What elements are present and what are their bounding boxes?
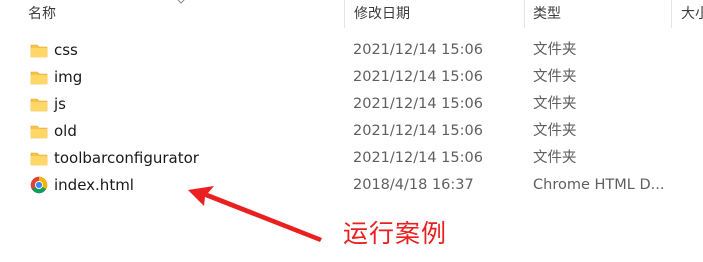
folder-icon xyxy=(30,44,48,58)
column-header-row: 名称 修改日期 类型 大小 xyxy=(0,0,703,28)
column-header-type[interactable]: 类型 xyxy=(533,0,561,28)
annotation-label: 运行案例 xyxy=(343,219,448,248)
file-list: css 2021/12/14 15:06 文件夹 img 2021/12/14 … xyxy=(0,37,703,199)
column-header-name[interactable]: 名称 xyxy=(28,0,56,28)
column-divider[interactable] xyxy=(344,0,345,28)
file-name: img xyxy=(54,68,83,86)
file-modified: 2021/12/14 15:06 xyxy=(353,42,483,58)
file-type: 文件夹 xyxy=(533,42,577,58)
file-type: Chrome HTML D... xyxy=(533,177,665,193)
chrome-icon xyxy=(30,176,48,194)
column-header-size[interactable]: 大小 xyxy=(681,0,703,28)
file-explorer-view: 名称 修改日期 类型 大小 css 2021/12/14 15:06 文件夹 i… xyxy=(0,0,703,262)
file-type: 文件夹 xyxy=(533,150,577,166)
folder-icon xyxy=(30,152,48,166)
file-name: css xyxy=(54,41,78,59)
folder-icon xyxy=(30,125,48,139)
column-header-modified[interactable]: 修改日期 xyxy=(354,0,410,28)
file-type: 文件夹 xyxy=(533,123,577,139)
annotation-arrow-icon xyxy=(188,186,322,242)
folder-icon xyxy=(30,98,48,112)
column-divider[interactable] xyxy=(671,0,672,28)
file-modified: 2021/12/14 15:06 xyxy=(353,96,483,112)
file-row-index-html[interactable]: index.html 2018/4/18 16:37 Chrome HTML D… xyxy=(0,172,703,199)
file-row-img[interactable]: img 2021/12/14 15:06 文件夹 xyxy=(0,64,703,91)
file-name: js xyxy=(54,95,66,113)
file-modified: 2018/4/18 16:37 xyxy=(353,177,474,193)
file-name: old xyxy=(54,122,77,140)
folder-icon xyxy=(30,71,48,85)
file-row-js[interactable]: js 2021/12/14 15:06 文件夹 xyxy=(0,91,703,118)
sort-chevron-icon[interactable] xyxy=(176,0,186,6)
file-modified: 2021/12/14 15:06 xyxy=(353,123,483,139)
file-modified: 2021/12/14 15:06 xyxy=(353,69,483,85)
file-modified: 2021/12/14 15:06 xyxy=(353,150,483,166)
file-row-old[interactable]: old 2021/12/14 15:06 文件夹 xyxy=(0,118,703,145)
file-type: 文件夹 xyxy=(533,96,577,112)
file-type: 文件夹 xyxy=(533,69,577,85)
file-name: toolbarconfigurator xyxy=(54,149,199,167)
file-row-toolbarconfigurator[interactable]: toolbarconfigurator 2021/12/14 15:06 文件夹 xyxy=(0,145,703,172)
file-name: index.html xyxy=(54,176,134,194)
column-divider[interactable] xyxy=(524,0,525,28)
file-row-css[interactable]: css 2021/12/14 15:06 文件夹 xyxy=(0,37,703,64)
